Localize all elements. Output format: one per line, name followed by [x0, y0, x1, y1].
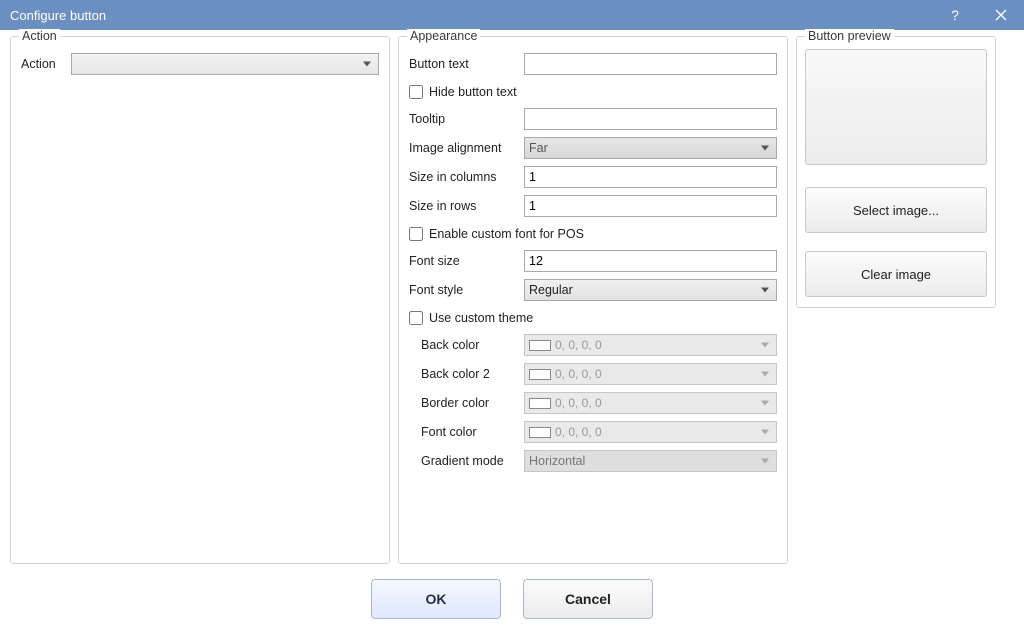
- color-swatch-icon: [529, 398, 551, 409]
- close-button[interactable]: [978, 0, 1024, 30]
- action-select[interactable]: [71, 53, 379, 75]
- cancel-button[interactable]: Cancel: [523, 579, 653, 619]
- font-size-input[interactable]: [524, 250, 777, 272]
- tooltip-label: Tooltip: [409, 112, 524, 126]
- button-preview-group: Button preview Select image... Clear ima…: [796, 36, 996, 308]
- enable-custom-font-label: Enable custom font for POS: [429, 227, 584, 241]
- gradient-mode-select: Horizontal: [524, 450, 777, 472]
- appearance-legend: Appearance: [407, 29, 480, 43]
- appearance-group: Appearance Button text Hide button text …: [398, 36, 788, 564]
- size-cols-label: Size in columns: [409, 170, 524, 184]
- gradient-mode-label: Gradient mode: [409, 454, 524, 468]
- ok-button[interactable]: OK: [371, 579, 501, 619]
- border-color-select: 0, 0, 0, 0: [524, 392, 777, 414]
- use-custom-theme-checkbox[interactable]: [409, 311, 423, 325]
- titlebar: Configure button ?: [0, 0, 1024, 30]
- size-rows-input[interactable]: [524, 195, 777, 217]
- size-cols-input[interactable]: [524, 166, 777, 188]
- button-text-input[interactable]: [524, 53, 777, 75]
- preview-canvas: [805, 49, 987, 165]
- clear-image-button[interactable]: Clear image: [805, 251, 987, 297]
- back-color2-label: Back color 2: [409, 367, 524, 381]
- hide-button-text-checkbox[interactable]: [409, 85, 423, 99]
- action-group: Action Action: [10, 36, 390, 564]
- window-title: Configure button: [10, 8, 932, 23]
- image-alignment-select[interactable]: Far: [524, 137, 777, 159]
- enable-custom-font-checkbox[interactable]: [409, 227, 423, 241]
- action-label: Action: [21, 57, 71, 71]
- back-color-label: Back color: [409, 338, 524, 352]
- select-image-button[interactable]: Select image...: [805, 187, 987, 233]
- color-swatch-icon: [529, 369, 551, 380]
- border-color-label: Border color: [409, 396, 524, 410]
- back-color2-select: 0, 0, 0, 0: [524, 363, 777, 385]
- font-style-select[interactable]: Regular: [524, 279, 777, 301]
- color-swatch-icon: [529, 340, 551, 351]
- preview-legend: Button preview: [805, 29, 894, 43]
- use-custom-theme-label: Use custom theme: [429, 311, 533, 325]
- hide-button-text-label: Hide button text: [429, 85, 517, 99]
- dialog-footer: OK Cancel: [10, 564, 1014, 634]
- tooltip-input[interactable]: [524, 108, 777, 130]
- size-rows-label: Size in rows: [409, 199, 524, 213]
- font-color-label: Font color: [409, 425, 524, 439]
- font-size-label: Font size: [409, 254, 524, 268]
- back-color-select: 0, 0, 0, 0: [524, 334, 777, 356]
- help-button[interactable]: ?: [932, 0, 978, 30]
- close-icon: [995, 9, 1007, 21]
- button-text-label: Button text: [409, 57, 524, 71]
- action-legend: Action: [19, 29, 60, 43]
- font-style-label: Font style: [409, 283, 524, 297]
- font-color-select: 0, 0, 0, 0: [524, 421, 777, 443]
- color-swatch-icon: [529, 427, 551, 438]
- image-alignment-label: Image alignment: [409, 141, 524, 155]
